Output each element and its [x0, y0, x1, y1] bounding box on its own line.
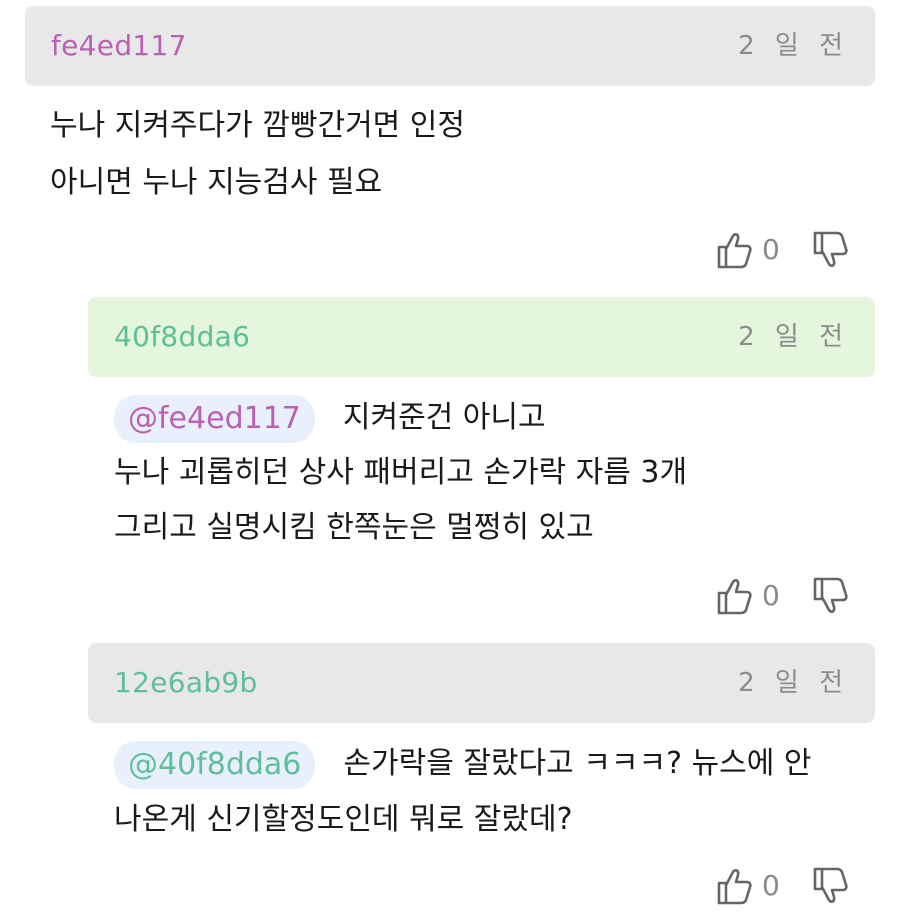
username[interactable]: 12e6ab9b [114, 643, 258, 723]
comment-text-line: 나온게 신기할정도인데 뭐로 잘랐데? [114, 802, 573, 837]
comment-header: 12e6ab9b 2 일 전 [88, 643, 875, 723]
thumbs-down-icon[interactable] [812, 866, 848, 906]
vote-bar: 0 [716, 866, 856, 906]
comment-3: 12e6ab9b 2 일 전 @40f8dda6 손가락을 잘랐다고 ㅋㅋㅋ? 뉴… [0, 0, 900, 914]
like-count: 0 [762, 869, 780, 902]
timestamp: 2 일 전 [738, 668, 849, 698]
comment-text: 손가락을 잘랐다고 ㅋㅋㅋ? 뉴스에 안 [343, 746, 812, 781]
mention-tag[interactable]: @40f8dda6 [114, 740, 316, 789]
comment-text-line: @40f8dda6 손가락을 잘랐다고 ㅋㅋㅋ? 뉴스에 안 [114, 738, 811, 790]
thumbs-up-icon[interactable] [716, 866, 752, 906]
